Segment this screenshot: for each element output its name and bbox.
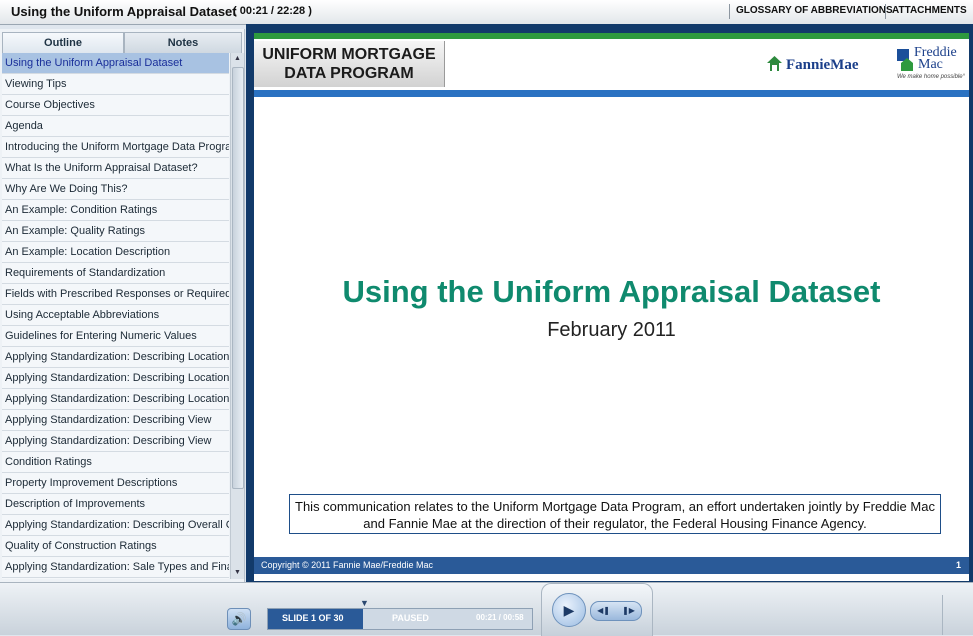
outline-item[interactable]: Applying Standardization: Describing Loc… [2,347,229,368]
outline-item[interactable]: Quality of Construction Ratings [2,536,229,557]
next-icon: ❚▶ [622,606,635,615]
slide-notice: This communication relates to the Unifor… [289,494,941,534]
outline-item[interactable]: Requirements of Standardization [2,263,229,284]
nav-buttons: ◀❚ ❚▶ [590,601,642,621]
course-time: ( 00:21 / 22:28 ) [233,5,312,17]
speaker-icon: 🔊 [231,612,247,626]
course-title: Using the Uniform Appraisal Dataset [11,4,237,19]
program-brand: UNIFORM MORTGAGE DATA PROGRAM [254,41,445,87]
divider [729,4,730,19]
scroll-down-icon[interactable]: ▼ [231,567,244,579]
slide-counter: SLIDE 1 OF 30 [282,613,344,623]
outline-item[interactable]: Property Improvement Descriptions [2,473,229,494]
playback-status: PAUSED [392,613,429,623]
slide-date: February 2011 [547,319,676,341]
divider [942,595,943,635]
outline-item[interactable]: Condition Ratings [2,452,229,473]
scroll-thumb[interactable] [232,67,244,489]
attachments-link[interactable]: ATTACHMENTS [892,5,967,16]
outline-item[interactable]: Guidelines for Entering Numeric Values [2,326,229,347]
play-button[interactable]: ▶ [552,593,586,627]
divider [885,4,886,19]
outline-item[interactable]: Applying Standardization: Describing Vie… [2,431,229,452]
outline-item[interactable]: Applying Standardization: Describing Loc… [2,389,229,410]
brand-line-2: DATA PROGRAM [284,65,414,82]
slide-footer: Copyright © 2011 Fannie Mae/Freddie Mac … [254,557,969,574]
fannie-mae-logo: FannieMae [786,57,859,73]
outline-item[interactable]: An Example: Quality Ratings [2,221,229,242]
progress-bar[interactable]: SLIDE 1 OF 30 PAUSED 00:21 / 00:58 [267,608,533,630]
outline-item[interactable]: Applying Standardization: Describing the… [2,578,229,579]
glossary-link[interactable]: GLOSSARY OF ABBREVIATIONS [736,5,893,16]
tab-outline[interactable]: Outline [2,32,124,53]
slide-top-band [254,33,969,39]
outline-item[interactable]: Course Objectives [2,95,229,116]
play-icon: ▶ [563,602,575,618]
outline-item[interactable]: Description of Improvements [2,494,229,515]
brand-line-1: UNIFORM MORTGAGE [262,46,436,63]
top-bar: Using the Uniform Appraisal Dataset ( 00… [0,0,973,25]
outline-item[interactable]: Applying Standardization: Describing Loc… [2,368,229,389]
playback-time: 00:21 / 00:58 [476,613,524,622]
outline-item[interactable]: Applying Standardization: Sale Types and… [2,557,229,578]
slide-header-band [254,90,969,97]
player-bar: 🔊 ▼ SLIDE 1 OF 30 PAUSED 00:21 / 00:58 ▶… [0,582,973,636]
sidebar: Outline Notes Using the Uniform Appraisa… [0,29,245,582]
outline-item[interactable]: Viewing Tips [2,74,229,95]
slide-stage: UNIFORM MORTGAGE DATA PROGRAM FannieMae … [246,24,973,582]
outline-item[interactable]: Fields with Prescribed Responses or Requ… [2,284,229,305]
freddie-mac-logo: Freddie Mac [914,46,957,72]
seek-marker-icon[interactable]: ▼ [360,598,369,608]
freddie-mac-tagline: We make home possible° [897,74,965,80]
outline-item[interactable]: Using the Uniform Appraisal Dataset [2,53,229,74]
outline-item[interactable]: What Is the Uniform Appraisal Dataset? [2,158,229,179]
previous-icon: ◀❚ [597,606,610,615]
control-pod: ▶ ◀❚ ❚▶ [541,583,653,636]
outline-list: Using the Uniform Appraisal Dataset Viewi… [2,53,229,579]
outline-item[interactable]: Applying Standardization: Describing Ove… [2,515,229,536]
volume-button[interactable]: 🔊 [227,608,251,630]
outline-item[interactable]: Applying Standardization: Describing Vie… [2,410,229,431]
next-button[interactable]: ❚▶ [616,602,641,620]
fannie-mae-logo-icon [767,56,782,71]
outline-scrollbar[interactable]: ▲ ▼ [230,53,244,579]
previous-button[interactable]: ◀❚ [591,602,616,620]
outline-item[interactable]: Introducing the Uniform Mortgage Data Pr… [2,137,229,158]
copyright: Copyright © 2011 Fannie Mae/Freddie Mac [261,560,434,570]
outline-item[interactable]: Agenda [2,116,229,137]
tab-notes[interactable]: Notes [124,32,242,53]
page-number: 1 [955,560,961,570]
outline-item[interactable]: Why Are We Doing This? [2,179,229,200]
outline-item[interactable]: An Example: Location Description [2,242,229,263]
outline-item[interactable]: An Example: Condition Ratings [2,200,229,221]
slide: UNIFORM MORTGAGE DATA PROGRAM FannieMae … [254,33,969,581]
outline-item[interactable]: Using Acceptable Abbreviations [2,305,229,326]
slide-title: Using the Uniform Appraisal Dataset [342,274,881,309]
scroll-up-icon[interactable]: ▲ [231,53,244,65]
freddie-mac-line-2: Mac [918,57,943,72]
